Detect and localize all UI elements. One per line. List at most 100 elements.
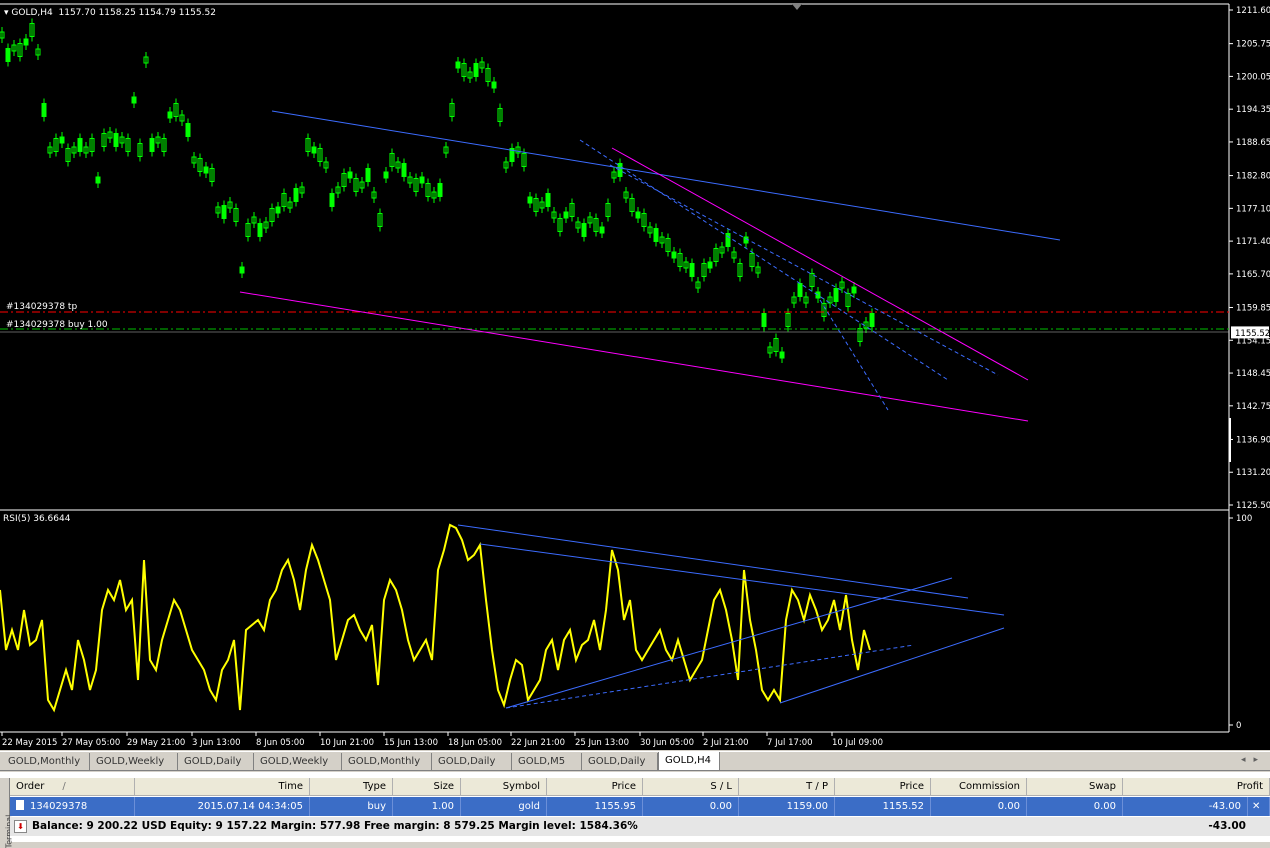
order-tp[interactable]: 1159.00	[739, 797, 835, 816]
order-time[interactable]: 2015.07.14 04:34:05	[135, 797, 310, 816]
price-tick-label: 1205.75	[1236, 40, 1270, 50]
tab-gold-h4[interactable]: GOLD,H4	[658, 752, 720, 771]
candle-body	[851, 286, 857, 294]
candle-body	[437, 183, 443, 197]
balance-summary: Balance: 9 200.22 USD Equity: 9 157.22 M…	[32, 820, 638, 832]
price-resistance-line	[611, 147, 1029, 381]
order-commission[interactable]: 0.00	[931, 797, 1027, 816]
order-swap[interactable]: 0.00	[1027, 797, 1123, 816]
chart-shift-marker	[792, 4, 802, 10]
candle-body	[671, 251, 677, 259]
time-tick-label: 22 Jun 21:00	[511, 738, 565, 748]
candle-body	[455, 61, 461, 69]
time-tick-label: 30 Jun 05:00	[640, 738, 694, 748]
chart-menu-icon[interactable]: ▾	[4, 8, 9, 18]
order-cur-price[interactable]: 1155.52	[835, 797, 931, 816]
time-tick-label: 27 May 05:00	[62, 738, 120, 748]
rsi-upper-line-1	[457, 524, 969, 599]
candle-body	[221, 205, 227, 219]
candle-body	[635, 211, 641, 219]
candle-body	[257, 223, 263, 237]
price-tick-label: 1182.80	[1236, 172, 1270, 182]
candle-body	[293, 188, 299, 202]
tab-gold-daily[interactable]: GOLD,Daily	[582, 753, 658, 770]
col-commission[interactable]: Commission	[931, 778, 1027, 796]
order-size[interactable]: 1.00	[393, 797, 461, 816]
chart-canvas[interactable]: 1211.60 1205.75 1200.05 1194.35 1188.65 1182.…	[0, 0, 1270, 750]
document-icon	[16, 800, 24, 810]
candle-body	[653, 228, 659, 242]
candle-body	[203, 166, 209, 174]
col-tp[interactable]: T / P	[739, 778, 835, 796]
terminal-side-strip[interactable]: Terminal	[0, 778, 13, 848]
time-tick-label: 3 Jun 13:00	[192, 738, 241, 748]
time-tick-label: 22 May 2015	[2, 738, 57, 748]
rsi-line	[0, 523, 871, 713]
tab-gold-weekly[interactable]: GOLD,Weekly	[90, 753, 178, 770]
arrow-down-icon: ⬇	[14, 820, 27, 833]
order-type[interactable]: buy	[310, 797, 393, 816]
candle-body	[743, 236, 749, 244]
chart-window[interactable]: 1211.60 1205.75 1200.05 1194.35 1188.65 1182.…	[0, 0, 1270, 750]
candle-body	[167, 111, 173, 119]
candle-body	[473, 63, 479, 77]
close-order-icon[interactable]: ✕	[1248, 797, 1270, 816]
candle-body	[77, 138, 83, 152]
col-time[interactable]: Time	[135, 778, 310, 796]
candle-body	[797, 283, 803, 297]
rsi-dashed-line	[505, 644, 915, 709]
time-tick-label: 25 Jun 13:00	[575, 738, 629, 748]
tab-gold-daily[interactable]: GOLD,Daily	[178, 753, 254, 770]
time-tick-label: 7 Jul 17:00	[767, 738, 813, 748]
tab-gold-m5[interactable]: GOLD,M5	[512, 753, 582, 770]
col-swap[interactable]: Swap	[1027, 778, 1123, 796]
tab-gold-monthly[interactable]: GOLD,Monthly	[342, 753, 432, 770]
tp-line-label: #134029378 tp	[6, 302, 78, 312]
price-tick-label: 1131.20	[1236, 468, 1270, 478]
candle-body	[707, 261, 713, 269]
price-tick-label: 1177.10	[1236, 204, 1270, 214]
price-tick-label: 1194.35	[1236, 105, 1270, 115]
tab-gold-monthly[interactable]: GOLD,Monthly	[2, 753, 90, 770]
candle-body	[149, 138, 155, 152]
time-tick-label: 29 May 21:00	[127, 738, 185, 748]
col-profit[interactable]: Profit	[1123, 778, 1270, 796]
candle-body	[41, 103, 47, 117]
candle-body	[365, 168, 371, 182]
price-channel-upper	[271, 110, 1061, 241]
candle-body	[581, 223, 587, 237]
price-tick-label: 1159.85	[1236, 304, 1270, 314]
tab-gold-daily[interactable]: GOLD,Daily	[432, 753, 512, 770]
tab-scroll-arrows-icon[interactable]: ◂▸	[1241, 755, 1266, 765]
col-price[interactable]: Price	[547, 778, 643, 796]
candle-body	[545, 193, 551, 207]
current-price-label: 1155.52	[1235, 329, 1270, 339]
candle-body	[5, 48, 11, 62]
rsi-support-line	[779, 627, 1005, 704]
candle-body	[383, 171, 389, 179]
candle-body	[401, 163, 407, 177]
candle-body	[599, 226, 605, 234]
order-profit[interactable]: -43.00	[1123, 797, 1248, 816]
col-symbol[interactable]: Symbol	[461, 778, 547, 796]
col-sl[interactable]: S / L	[643, 778, 739, 796]
price-tick-label: 1165.70	[1236, 270, 1270, 280]
candle-body	[491, 81, 497, 89]
col-type[interactable]: Type	[310, 778, 393, 796]
rsi-tick-label: 100	[1236, 514, 1252, 524]
chart-tabs: GOLD,Monthly GOLD,Weekly GOLD,Daily GOLD,We…	[0, 751, 1270, 771]
candle-body	[419, 176, 425, 184]
col-cur-price[interactable]: Price	[835, 778, 931, 796]
tab-gold-weekly[interactable]: GOLD,Weekly	[254, 753, 342, 770]
order-sl[interactable]: 0.00	[643, 797, 739, 816]
time-tick-label: 8 Jun 05:00	[256, 738, 305, 748]
price-tick-label: 1136.90	[1236, 435, 1270, 445]
ohlc-values: 1157.70 1158.25 1154.79 1155.52	[58, 8, 216, 18]
order-price[interactable]: 1155.95	[547, 797, 643, 816]
order-symbol[interactable]: gold	[461, 797, 547, 816]
col-order[interactable]: Order /	[10, 778, 135, 796]
col-size[interactable]: Size	[393, 778, 461, 796]
order-id-cell[interactable]: 134029378	[10, 797, 135, 816]
time-axis: 22 May 2015 27 May 05:00 29 May 21:00 3 Jun…	[1, 732, 883, 748]
buy-line-label: #134029378 buy 1.00	[6, 320, 108, 330]
